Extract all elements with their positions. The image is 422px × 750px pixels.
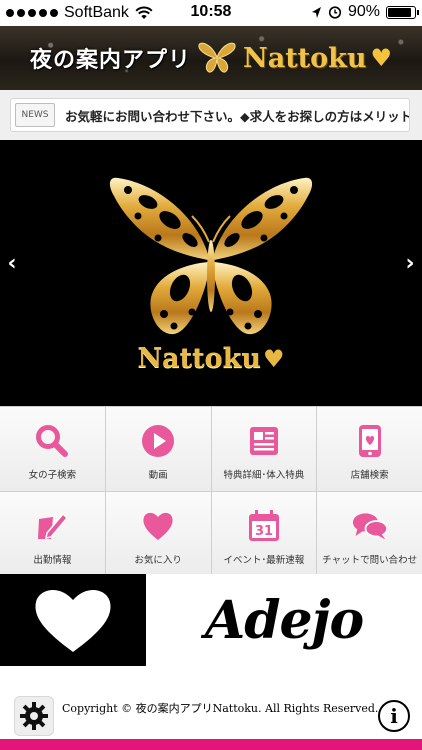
- gold-heart-icon: ♥: [370, 44, 392, 72]
- app-title-jp: 夜の案内アプリ: [30, 48, 192, 73]
- battery-level: [388, 7, 412, 17]
- app-title-en: Nattoku: [243, 42, 367, 74]
- news-text: お気軽にお問い合わせ下さい。◆求人をお探しの方はメリット: [65, 108, 410, 124]
- menu-girl-search[interactable]: 女の子検索: [0, 407, 105, 491]
- white-heart-icon: [35, 589, 111, 652]
- menu-label: 動画: [148, 470, 168, 481]
- menu-label: 出勤情報: [33, 555, 72, 566]
- play-icon: [140, 423, 176, 459]
- alarm-icon: [328, 6, 342, 19]
- search-icon: [34, 423, 70, 459]
- calendar-day: 31: [255, 524, 273, 539]
- menu-label: イベント･最新速報: [223, 555, 305, 566]
- hero-brand: Nattoku ♥: [0, 343, 422, 374]
- menu-label: 店舗検索: [350, 470, 389, 481]
- menu-favorites[interactable]: お気に入り: [105, 492, 211, 576]
- location-icon: [311, 6, 321, 18]
- gear-icon: [20, 702, 48, 730]
- menu-video[interactable]: 動画: [105, 407, 211, 491]
- gold-heart-icon: ♥: [262, 344, 285, 373]
- menu-label: チャットで問い合わせ: [322, 555, 418, 566]
- settings-button[interactable]: [14, 696, 54, 736]
- newspaper-icon: [246, 423, 282, 459]
- edit-icon: [34, 508, 70, 544]
- info-button[interactable]: i: [378, 700, 410, 732]
- status-right: 90%: [311, 3, 419, 21]
- footer: Copyright © 夜の案内アプリNattoku. All Rights R…: [0, 666, 422, 750]
- menu-benefits[interactable]: 特典詳細･体入特典: [211, 407, 317, 491]
- adejo-banner[interactable]: Adejo: [146, 574, 422, 666]
- hero-brand-text: Nattoku: [137, 343, 261, 374]
- battery-icon: [386, 5, 419, 19]
- news-ticker[interactable]: NEWS お気軽にお問い合わせ下さい。◆求人をお探しの方はメリット: [10, 98, 410, 132]
- heart-banner[interactable]: [0, 574, 146, 666]
- chat-icon: [352, 508, 388, 544]
- prev-slide-button[interactable]: ‹: [0, 248, 24, 278]
- menu-chat[interactable]: チャットで問い合わせ: [317, 492, 422, 576]
- adejo-logo: Adejo: [204, 589, 364, 651]
- menu-label: 特典詳細･体入特典: [223, 470, 305, 481]
- calendar-icon: 31: [246, 508, 282, 544]
- menu-events[interactable]: 31 イベント･最新速報: [211, 492, 317, 576]
- status-bar: SoftBank 10:58 90%: [0, 0, 422, 26]
- heart-icon: [140, 508, 176, 544]
- news-bar: NEWS お気軽にお問い合わせ下さい。◆求人をお探しの方はメリット: [0, 90, 422, 140]
- app-header-banner: 夜の案内アプリ Nattoku ♥: [0, 26, 422, 90]
- next-slide-button[interactable]: ›: [398, 248, 422, 278]
- news-badge: NEWS: [15, 103, 55, 127]
- copyright-text: Copyright © 夜の案内アプリNattoku. All Rights R…: [62, 702, 379, 715]
- butterfly-logo-icon: [109, 177, 313, 335]
- battery-percent: 90%: [347, 3, 380, 20]
- app-title: 夜の案内アプリ Nattoku ♥: [0, 26, 422, 90]
- menu-store-search[interactable]: 店舗検索: [317, 407, 422, 491]
- phone-heart-icon: [352, 423, 388, 459]
- menu-label: 女の子検索: [28, 470, 77, 481]
- hero-slider[interactable]: ‹ › Nattoku ♥: [0, 140, 422, 406]
- butterfly-logo-icon: [198, 42, 236, 73]
- menu-attendance[interactable]: 出勤情報: [0, 492, 105, 576]
- menu-label: お気に入り: [134, 555, 182, 566]
- accent-bar: [0, 739, 422, 750]
- main-menu-grid: 女の子検索 動画 特典詳細･体入特典 店舗検索 出勤情報 お気に入り 31 イベ…: [0, 406, 422, 576]
